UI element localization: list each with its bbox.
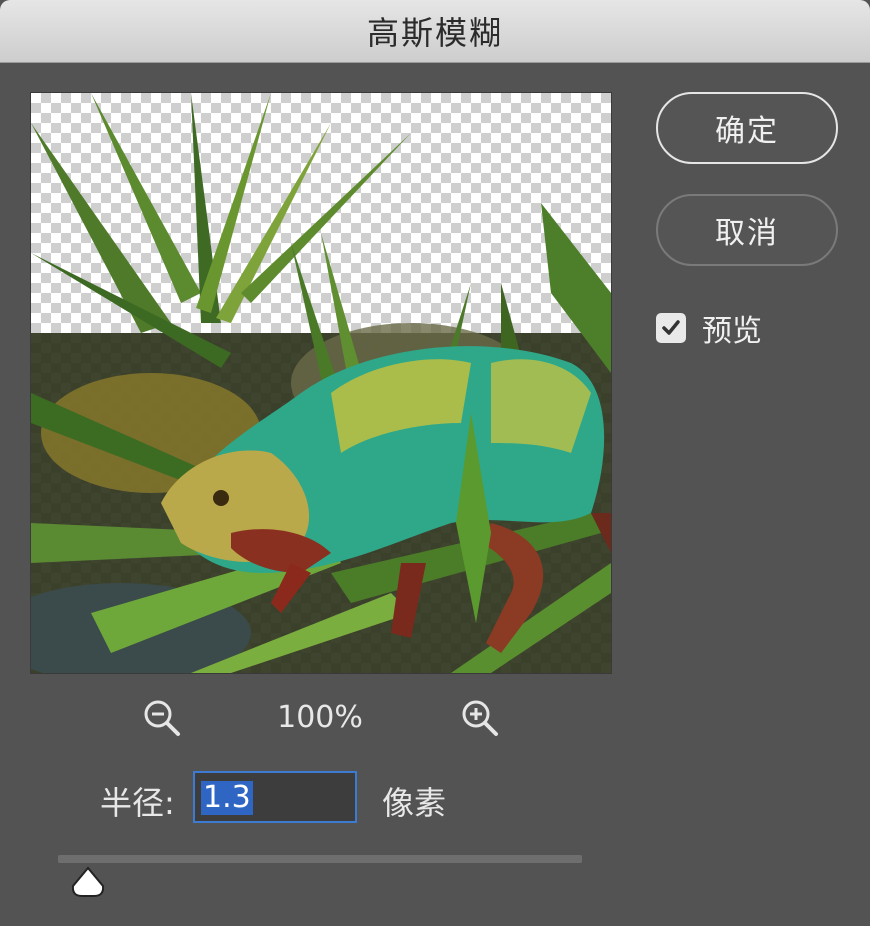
zoom-out-button[interactable]	[140, 696, 184, 744]
radius-unit: 像素	[382, 784, 447, 822]
ok-button[interactable]: 确定	[656, 92, 838, 164]
radius-slider-thumb[interactable]	[70, 866, 106, 902]
preview-checkbox-row[interactable]: 预览	[656, 306, 762, 350]
chameleon-preview-image	[31, 93, 611, 673]
radius-label: 半径:	[100, 784, 175, 822]
preview-checkbox[interactable]	[656, 313, 686, 343]
cancel-button[interactable]: 取消	[656, 194, 838, 266]
preview-image[interactable]	[30, 92, 612, 674]
zoom-level: 100%	[277, 700, 363, 735]
zoom-out-icon	[144, 700, 180, 736]
title-bar: 高斯模糊	[0, 0, 870, 63]
zoom-in-button[interactable]	[458, 696, 502, 744]
dialog-title: 高斯模糊	[366, 14, 503, 52]
radius-value: 1.3	[201, 780, 253, 815]
checkmark-icon	[662, 320, 680, 335]
radius-slider-track[interactable]	[58, 855, 582, 863]
radius-input[interactable]: 1.3	[193, 771, 357, 823]
preview-label: 预览	[702, 314, 762, 349]
slider-thumb-icon	[71, 866, 105, 897]
zoom-in-icon	[462, 700, 498, 736]
